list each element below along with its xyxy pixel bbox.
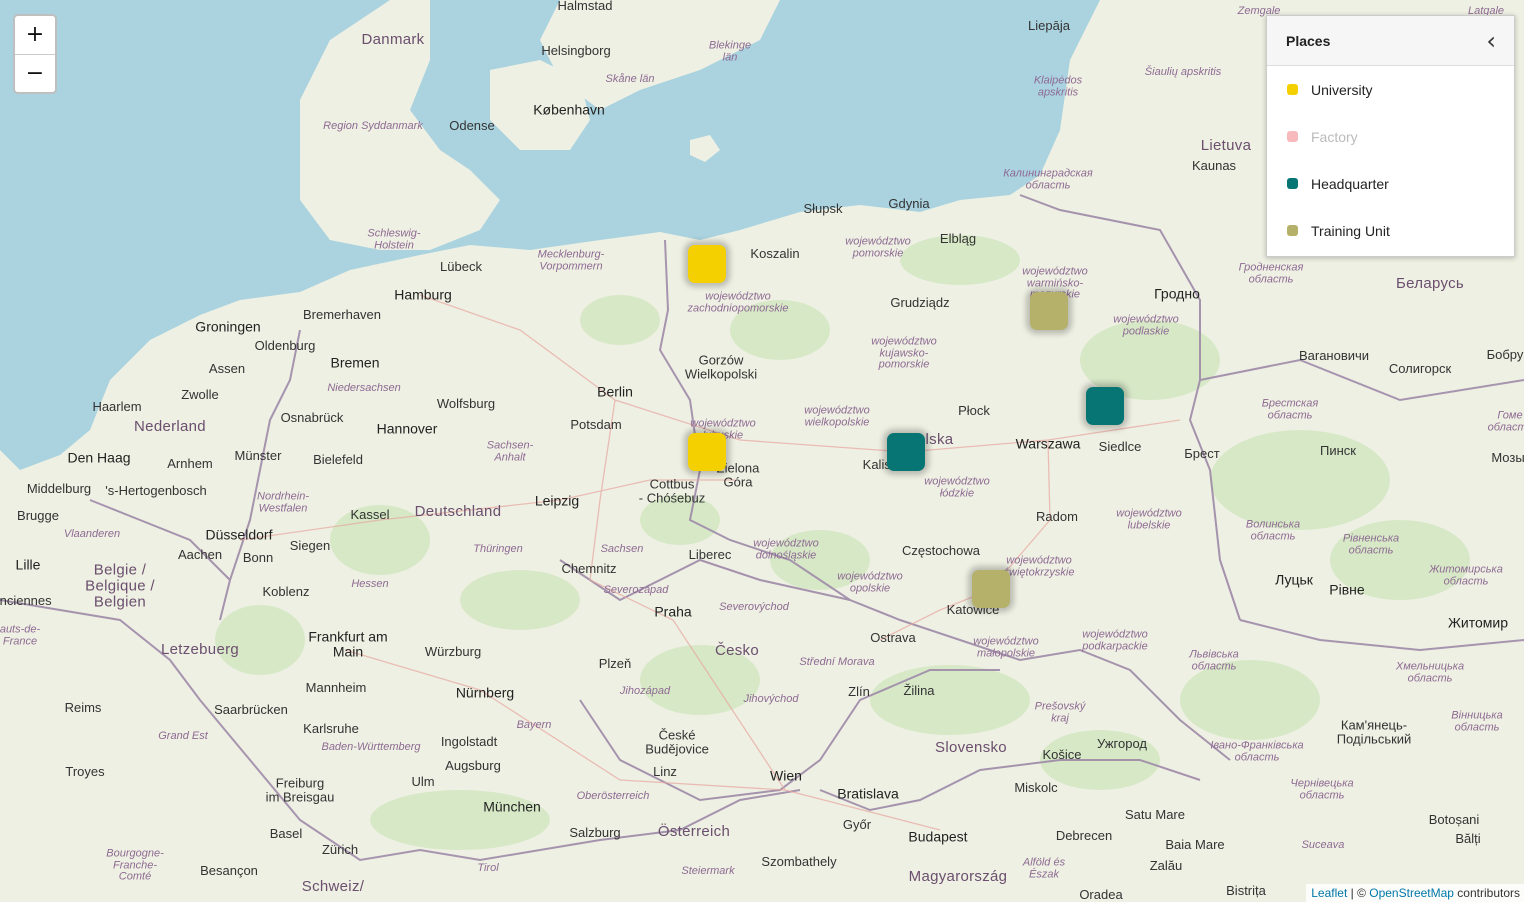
legend-item-factory[interactable]: Factory <box>1267 113 1514 160</box>
headquarter-marker[interactable] <box>887 433 925 471</box>
legend-title: Places <box>1286 32 1331 49</box>
legend-item-label: Headquarter <box>1311 175 1389 192</box>
legend-items: University Factory Headquarter Training Uni… <box>1267 66 1514 254</box>
university-marker[interactable] <box>688 433 726 471</box>
university-marker[interactable] <box>688 245 726 283</box>
training-unit-marker[interactable] <box>972 570 1010 608</box>
legend-item-headquarter[interactable]: Headquarter <box>1267 160 1514 207</box>
places-legend: Places ‹ University Factory Headquarter Tra… <box>1266 15 1515 257</box>
legend-item-label: University <box>1311 81 1373 98</box>
map-attribution: Leaflet | © OpenStreetMap contributors <box>1306 884 1524 902</box>
legend-item-label: Factory <box>1311 128 1358 145</box>
attribution-separator: | © <box>1347 886 1370 900</box>
legend-item-university[interactable]: University <box>1267 66 1514 113</box>
legend-header: Places ‹ <box>1267 16 1514 66</box>
legend-swatch <box>1287 225 1298 236</box>
legend-item-label: Training Unit <box>1311 222 1390 239</box>
zoom-in-button[interactable]: + <box>15 16 55 54</box>
zoom-control: + − <box>13 14 57 94</box>
attribution-suffix: contributors <box>1453 886 1520 900</box>
legend-swatch <box>1287 178 1298 189</box>
leaflet-link[interactable]: Leaflet <box>1311 886 1347 900</box>
zoom-out-button[interactable]: − <box>15 54 55 92</box>
training-unit-marker[interactable] <box>1030 292 1068 330</box>
legend-swatch <box>1287 84 1298 95</box>
legend-item-training-unit[interactable]: Training Unit <box>1267 207 1514 254</box>
chevron-left-icon[interactable]: ‹ <box>1486 29 1496 53</box>
legend-swatch <box>1287 131 1298 142</box>
openstreetmap-link[interactable]: OpenStreetMap <box>1369 886 1454 900</box>
headquarter-marker[interactable] <box>1086 387 1124 425</box>
